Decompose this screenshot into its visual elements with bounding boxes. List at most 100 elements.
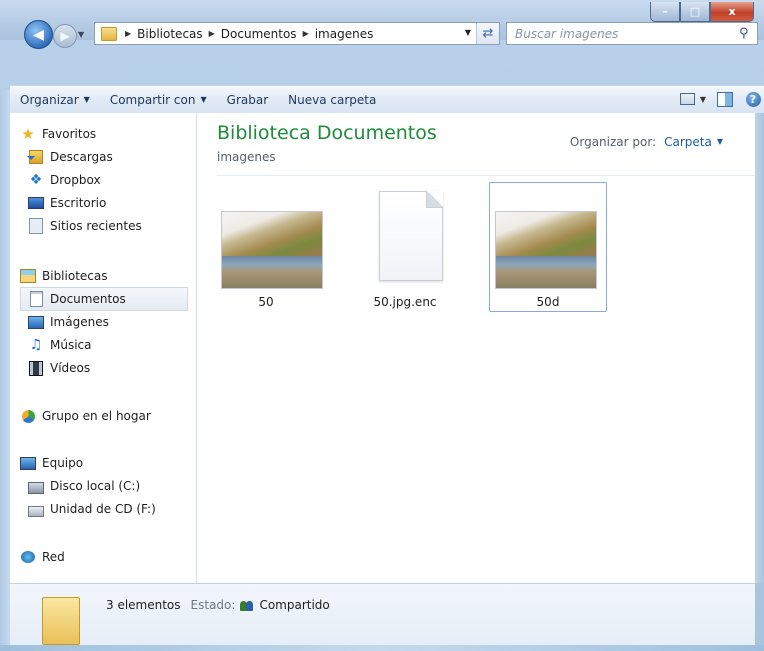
sidebar-item-label: Vídeos <box>50 361 91 375</box>
sidebar-item-equipo[interactable]: Equipo <box>20 452 83 474</box>
sidebar-item-dropbox[interactable]: ❖ Dropbox <box>28 169 101 191</box>
breadcrumb-arrow-icon[interactable]: ▶ <box>125 29 131 38</box>
folder-icon <box>101 26 117 41</box>
file-list-pane[interactable]: Biblioteca Documentos imagenes Organizar… <box>197 113 755 583</box>
library-location-link[interactable]: imagenes <box>217 150 276 164</box>
sidebar-item-escritorio[interactable]: Escritorio <box>28 192 106 214</box>
breadcrumb-bibliotecas[interactable]: Bibliotecas <box>137 27 202 41</box>
sidebar-item-label: Escritorio <box>50 196 107 210</box>
sidebar-item-grupo-hogar[interactable]: Grupo en el hogar <box>20 405 151 427</box>
search-icon[interactable]: ⚲ <box>739 26 757 41</box>
window-border <box>0 90 10 645</box>
address-history-dropdown[interactable]: ▼ <box>465 28 471 37</box>
details-pane: 3 elementos Estado: Compartido <box>10 583 755 646</box>
burn-button[interactable]: Grabar <box>217 93 279 107</box>
sidebar-item-favoritos[interactable]: ★ Favoritos <box>20 123 96 145</box>
sidebar-item-label: Dropbox <box>50 173 101 187</box>
sidebar-item-red[interactable]: Red <box>20 546 65 568</box>
sidebar-item-label: Disco local (C:) <box>50 479 141 493</box>
file-item-50d[interactable]: 50d <box>489 182 607 312</box>
back-arrow-icon: ◀ <box>33 26 44 43</box>
file-item-50[interactable]: 50 <box>207 182 325 312</box>
sidebar-item-label: Imágenes <box>50 315 109 329</box>
page-title: Biblioteca Documentos <box>217 122 437 144</box>
file-name: 50d <box>536 295 560 309</box>
address-bar[interactable]: ▶ Bibliotecas ▶ Documentos ▶ imagenes ▼ … <box>94 22 500 45</box>
sidebar-item-documentos[interactable]: Documentos <box>20 287 188 311</box>
chevron-down-icon[interactable]: ▼ <box>698 89 708 109</box>
back-button[interactable]: ◀ <box>24 20 53 49</box>
breadcrumb-arrow-icon[interactable]: ▶ <box>209 29 215 38</box>
file-item-50-jpg-enc[interactable]: 50.jpg.enc <box>346 182 464 312</box>
refresh-button[interactable]: ⇄ <box>476 23 499 44</box>
sidebar-item-descargas[interactable]: Descargas <box>27 146 113 168</box>
downloads-icon <box>27 149 44 165</box>
forward-arrow-icon: ▶ <box>60 29 70 43</box>
sidebar-item-label: Grupo en el hogar <box>42 409 151 423</box>
preview-pane-icon[interactable] <box>714 89 736 109</box>
maximize-button[interactable]: □ <box>680 2 710 22</box>
share-label: Compartir con <box>109 92 196 107</box>
item-count: 3 elementos <box>106 598 181 612</box>
share-with-button[interactable]: Compartir con ▼ <box>100 93 217 107</box>
breadcrumb-imagenes[interactable]: imagenes <box>315 27 374 41</box>
sidebar-item-videos[interactable]: Vídeos <box>28 357 90 379</box>
dropbox-icon: ❖ <box>29 172 43 188</box>
star-icon: ★ <box>21 125 35 143</box>
help-icon[interactable]: ? <box>742 89 764 109</box>
search-box[interactable]: Buscar imagenes ⚲ <box>506 22 758 45</box>
arrange-by-dropdown[interactable]: Carpeta <box>664 135 712 149</box>
folder-icon <box>42 597 80 645</box>
window-controls: – □ x <box>650 2 754 22</box>
arrange-by: Organizar por: Carpeta ▼ <box>570 135 723 149</box>
chevron-down-icon[interactable]: ▼ <box>717 137 723 149</box>
organize-label: Organizar <box>20 92 79 107</box>
sidebar-item-label: Red <box>42 550 65 564</box>
divider <box>217 175 755 176</box>
chevron-down-icon: ▼ <box>83 95 90 104</box>
sidebar-item-imagenes[interactable]: Imágenes <box>28 311 109 333</box>
change-view-icon[interactable] <box>676 89 698 109</box>
hard-disk-icon <box>28 478 44 494</box>
sidebar-item-bibliotecas[interactable]: Bibliotecas <box>20 265 107 287</box>
details-summary: 3 elementos Estado: Compartido <box>106 598 330 612</box>
navigation-pane: ★ Favoritos Descargas ❖ Dropbox Escritor… <box>10 113 197 583</box>
cd-drive-icon <box>28 501 44 517</box>
shared-users-icon <box>240 599 254 611</box>
command-bar: Organizar ▼ Compartir con ▼ Grabar Nueva c… <box>10 85 764 114</box>
pictures-icon <box>28 314 44 330</box>
sidebar-item-label: Bibliotecas <box>42 269 108 283</box>
recent-pages-dropdown[interactable]: ▼ <box>78 30 84 39</box>
forward-button[interactable]: ▶ <box>53 24 77 48</box>
breadcrumb-arrow-icon[interactable]: ▶ <box>303 29 309 38</box>
desktop-icon <box>28 195 44 211</box>
image-thumbnail <box>495 211 597 289</box>
arrange-by-label: Organizar por: <box>569 135 657 149</box>
generic-file-icon <box>379 191 443 281</box>
window-border <box>755 113 764 583</box>
state-value: Compartido <box>259 598 330 612</box>
sidebar-item-label: Unidad de CD (F:) <box>50 502 156 516</box>
sidebar-item-musica[interactable]: ♫ Música <box>28 334 92 356</box>
minimize-button[interactable]: – <box>650 2 680 22</box>
new-folder-button[interactable]: Nueva carpeta <box>278 93 386 107</box>
landscape-photo-icon <box>495 211 597 289</box>
network-icon <box>20 549 36 565</box>
search-input[interactable]: Buscar imagenes <box>507 27 739 41</box>
close-button[interactable]: x <box>710 2 754 22</box>
sidebar-item-label: Música <box>50 338 92 352</box>
navigation-row: ◀ ▶ ▼ ▶ Bibliotecas ▶ Documentos ▶ image… <box>0 20 764 90</box>
image-thumbnail <box>221 211 323 289</box>
sidebar-item-unidad-cd[interactable]: Unidad de CD (F:) <box>28 498 156 520</box>
sidebar-item-disco-local[interactable]: Disco local (C:) <box>28 475 140 497</box>
organize-button[interactable]: Organizar ▼ <box>10 93 100 107</box>
landscape-photo-icon <box>221 211 323 289</box>
sidebar-item-sitios-recientes[interactable]: Sitios recientes <box>28 215 142 237</box>
music-icon: ♫ <box>29 337 43 353</box>
chevron-down-icon: ▼ <box>200 95 207 104</box>
sidebar-item-label: Descargas <box>50 150 113 164</box>
sidebar-item-label: Equipo <box>42 456 84 470</box>
documents-icon <box>28 291 44 307</box>
explorer-window: – □ x ◀ ▶ ▼ ▶ Bibliotecas ▶ Documentos ▶… <box>0 0 764 651</box>
breadcrumb-documentos[interactable]: Documentos <box>221 27 297 41</box>
